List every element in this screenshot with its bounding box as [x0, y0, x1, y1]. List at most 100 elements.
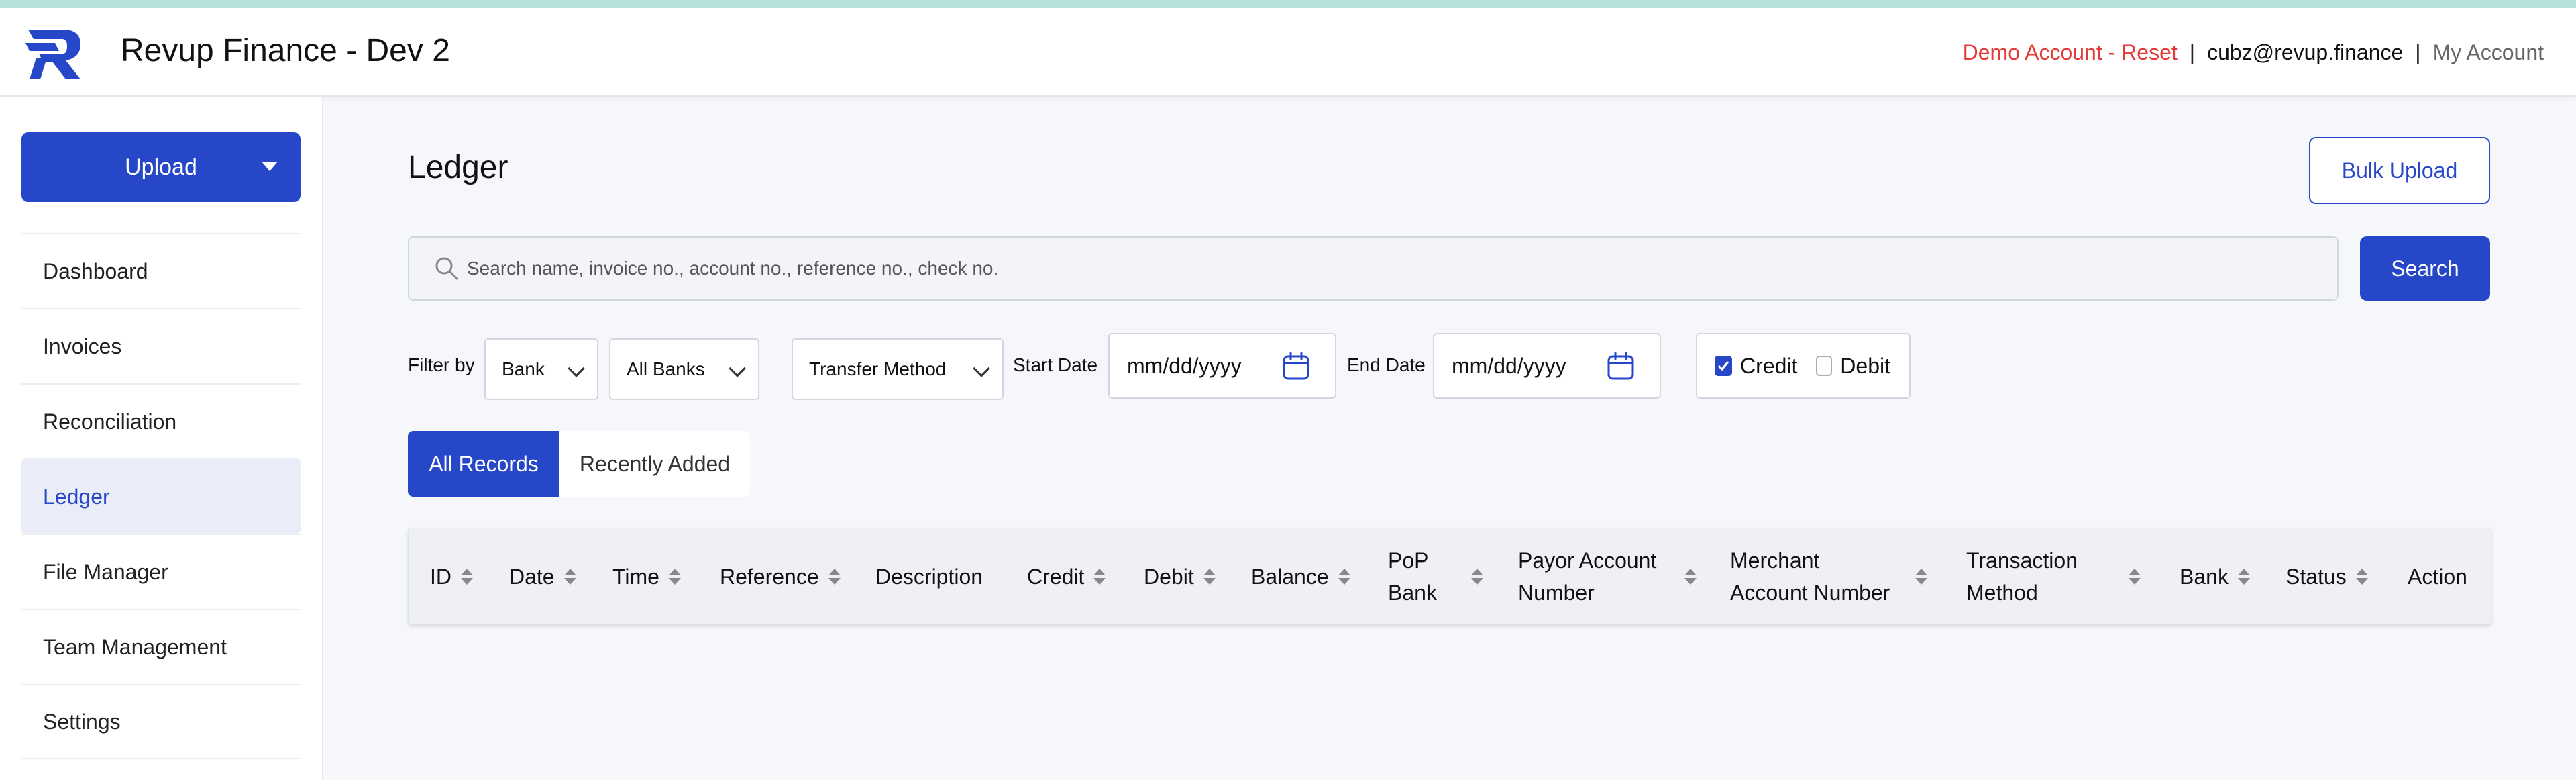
column-label: Reference: [720, 565, 819, 589]
column-label: PoP Bank: [1388, 544, 1462, 609]
sort-icon[interactable]: [1915, 569, 1927, 585]
sort-icon[interactable]: [2355, 569, 2368, 585]
column-label: Date: [509, 565, 555, 589]
start-date-input[interactable]: mm/dd/yyyy: [1108, 333, 1336, 399]
column-label: Transaction Method: [1966, 544, 2119, 609]
search-input[interactable]: [467, 258, 2278, 279]
sort-icon[interactable]: [1471, 569, 1483, 585]
calendar-icon[interactable]: [1606, 352, 1635, 381]
ledger-table-header: ID Date Time Reference Description Credi…: [408, 528, 2491, 624]
column-header-balance[interactable]: Balance: [1251, 528, 1350, 625]
column-label-line: Bank: [1388, 581, 1437, 605]
sidebar: Upload Dashboard Invoices Reconciliation…: [0, 97, 323, 780]
column-header-pop-bank[interactable]: PoP Bank: [1388, 528, 1483, 625]
column-label: Bank: [2180, 565, 2229, 589]
upload-button-label: Upload: [125, 154, 197, 180]
end-date-input[interactable]: mm/dd/yyyy: [1433, 333, 1661, 399]
sidebar-item-label: Team Management: [43, 634, 227, 659]
column-header-action: Action: [2408, 528, 2467, 625]
separator: |: [2189, 40, 2196, 64]
column-label-line: Account Number: [1730, 581, 1890, 605]
page-title: Ledger: [408, 150, 508, 185]
all-banks-select-value: All Banks: [627, 358, 705, 379]
start-date-value: mm/dd/yyyy: [1127, 353, 1242, 378]
tab-all-records[interactable]: All Records: [408, 431, 559, 497]
caret-down-icon[interactable]: [262, 162, 278, 171]
column-header-description: Description: [875, 528, 983, 625]
search-button[interactable]: Search: [2360, 236, 2490, 301]
all-banks-select[interactable]: All Banks: [609, 338, 759, 400]
sort-icon[interactable]: [461, 569, 473, 585]
transfer-method-select-value: Transfer Method: [809, 358, 947, 379]
column-header-id[interactable]: ID: [430, 528, 473, 625]
column-label-line: Merchant: [1730, 548, 1820, 573]
top-accent-strip: [0, 0, 2576, 8]
sidebar-item-label: Settings: [43, 709, 121, 734]
app-header: Revup Finance - Dev 2 Demo Account - Res…: [0, 8, 2576, 97]
transfer-method-select[interactable]: Transfer Method: [792, 338, 1004, 400]
sort-icon[interactable]: [668, 569, 681, 585]
column-header-status[interactable]: Status: [2286, 528, 2368, 625]
column-label: Status: [2286, 565, 2347, 589]
sidebar-item-invoices[interactable]: Invoices: [21, 308, 301, 383]
sort-icon[interactable]: [2237, 569, 2250, 585]
column-header-time[interactable]: Time: [612, 528, 681, 625]
column-header-credit[interactable]: Credit: [1027, 528, 1106, 625]
sort-icon[interactable]: [564, 569, 576, 585]
credit-debit-filter: Credit Debit: [1696, 333, 1911, 399]
demo-account-reset-link[interactable]: Demo Account - Reset: [1963, 40, 2178, 65]
column-label: Debit: [1144, 565, 1194, 589]
tab-recently-added[interactable]: Recently Added: [559, 431, 750, 497]
sort-icon[interactable]: [828, 569, 841, 585]
sort-icon[interactable]: [1338, 569, 1350, 585]
sidebar-item-settings[interactable]: Settings: [21, 684, 301, 759]
revup-logo-icon[interactable]: [24, 23, 86, 85]
sidebar-item-label: Dashboard: [43, 258, 148, 283]
credit-checkbox[interactable]: [1715, 356, 1732, 376]
sidebar-item-label: Ledger: [43, 484, 110, 509]
column-header-reference[interactable]: Reference: [720, 528, 841, 625]
bulk-upload-button[interactable]: Bulk Upload: [2309, 137, 2490, 204]
column-label: Credit: [1027, 565, 1085, 589]
chevron-down-icon: [729, 360, 746, 377]
end-date-label: End Date: [1347, 354, 1426, 375]
calendar-icon[interactable]: [1281, 352, 1311, 381]
sidebar-item-file-manager[interactable]: File Manager: [21, 534, 301, 609]
column-header-payor-account-number[interactable]: Payor Account Number: [1518, 528, 1697, 625]
sidebar-item-label: Invoices: [43, 334, 122, 358]
column-label: Action: [2408, 565, 2467, 589]
column-label: ID: [430, 565, 451, 589]
column-label-line: Method: [1966, 581, 2038, 605]
my-account-link[interactable]: My Account: [2433, 40, 2544, 65]
column-label: Description: [875, 565, 983, 589]
chevron-down-icon: [568, 360, 585, 377]
filter-by-label: Filter by: [408, 354, 475, 375]
sort-icon[interactable]: [1684, 569, 1697, 585]
sort-icon[interactable]: [1093, 569, 1106, 585]
sidebar-item-team-management[interactable]: Team Management: [21, 609, 301, 684]
column-label-line: Payor Account: [1518, 548, 1657, 573]
bank-select[interactable]: Bank: [484, 338, 598, 400]
column-label: Balance: [1251, 565, 1329, 589]
user-email: cubz@revup.finance: [2207, 40, 2404, 64]
sort-icon[interactable]: [2129, 569, 2141, 585]
end-date-value: mm/dd/yyyy: [1452, 353, 1566, 378]
debit-checkbox[interactable]: [1816, 356, 1833, 376]
sidebar-nav: Dashboard Invoices Reconciliation Ledger…: [21, 233, 301, 759]
column-label-line: Transaction: [1966, 548, 2078, 573]
column-header-debit[interactable]: Debit: [1144, 528, 1216, 625]
sidebar-item-dashboard[interactable]: Dashboard: [21, 233, 301, 308]
upload-button[interactable]: Upload: [21, 132, 301, 202]
separator: |: [2415, 40, 2421, 64]
column-header-transaction-method[interactable]: Transaction Method: [1966, 528, 2141, 625]
column-header-merchant-account-number[interactable]: Merchant Account Number: [1730, 528, 1927, 625]
column-header-bank[interactable]: Bank: [2180, 528, 2250, 625]
column-header-date[interactable]: Date: [509, 528, 576, 625]
search-box: [408, 236, 2339, 301]
sidebar-item-ledger[interactable]: Ledger: [21, 458, 301, 534]
bank-select-value: Bank: [502, 358, 545, 379]
sidebar-item-label: File Manager: [43, 559, 168, 584]
sidebar-item-reconciliation[interactable]: Reconciliation: [21, 383, 301, 458]
column-label: Merchant Account Number: [1730, 544, 1906, 609]
sort-icon[interactable]: [1203, 569, 1216, 585]
